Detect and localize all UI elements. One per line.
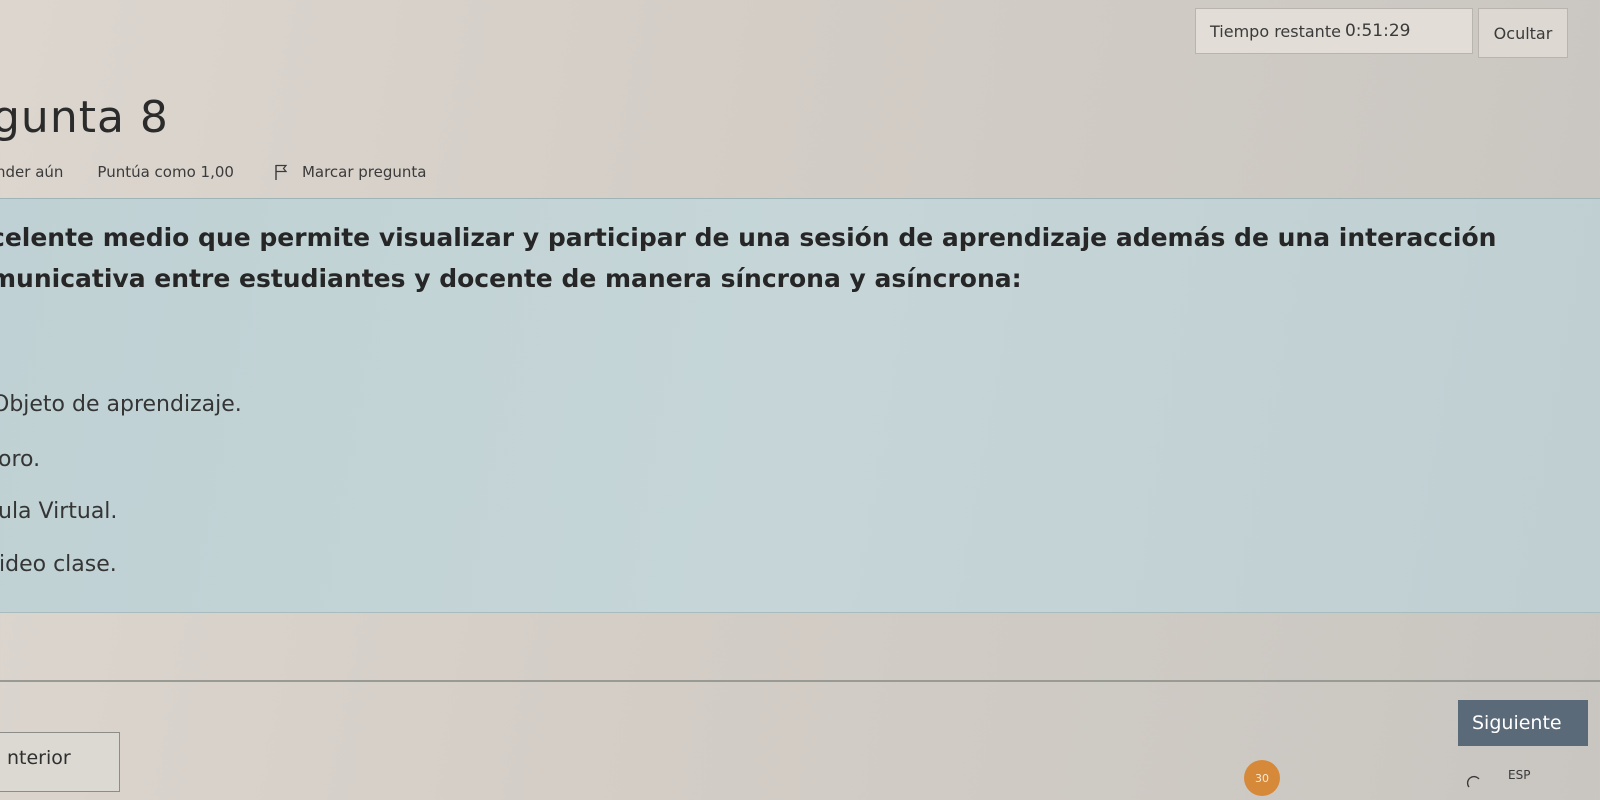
flag-icon bbox=[275, 164, 288, 180]
answer-option[interactable]: Objeto de aprendizaje. bbox=[0, 392, 242, 417]
next-page-button[interactable]: Siguiente bbox=[1458, 700, 1588, 746]
navigation-divider bbox=[0, 680, 1600, 682]
taskbar-badge[interactable]: 30 bbox=[1244, 760, 1280, 796]
answer-option[interactable]: ideo clase. bbox=[0, 552, 117, 577]
answer-option[interactable]: ula Virtual. bbox=[0, 499, 117, 524]
hide-timer-button[interactable]: Ocultar bbox=[1478, 8, 1568, 58]
question-info: nder aún Puntúa como 1,00 Marcar pregunt… bbox=[0, 163, 426, 181]
question-score: Puntúa como 1,00 bbox=[97, 163, 234, 181]
timer-label: Tiempo restante bbox=[1210, 21, 1341, 41]
refresh-icon[interactable] bbox=[1466, 774, 1482, 790]
answer-option[interactable]: oro. bbox=[0, 447, 40, 472]
timer-box: Tiempo restante 0:51:29 bbox=[1195, 8, 1473, 54]
timer-value: 0:51:29 bbox=[1344, 21, 1411, 41]
question-text-line: celente medio que permite visualizar y p… bbox=[0, 223, 1497, 252]
question-text-line: municativa entre estudiantes y docente d… bbox=[0, 264, 1022, 293]
question-status: nder aún bbox=[0, 163, 64, 181]
flag-question-label: Marcar pregunta bbox=[301, 163, 427, 181]
flag-question-link[interactable]: Marcar pregunta bbox=[274, 163, 427, 181]
question-text: celente medio que permite visualizar y p… bbox=[0, 217, 1600, 299]
language-indicator[interactable]: ESP bbox=[1508, 768, 1530, 782]
previous-page-button[interactable]: nterior bbox=[0, 732, 120, 792]
question-panel: celente medio que permite visualizar y p… bbox=[0, 198, 1600, 613]
question-title: gunta 8 bbox=[0, 92, 169, 143]
